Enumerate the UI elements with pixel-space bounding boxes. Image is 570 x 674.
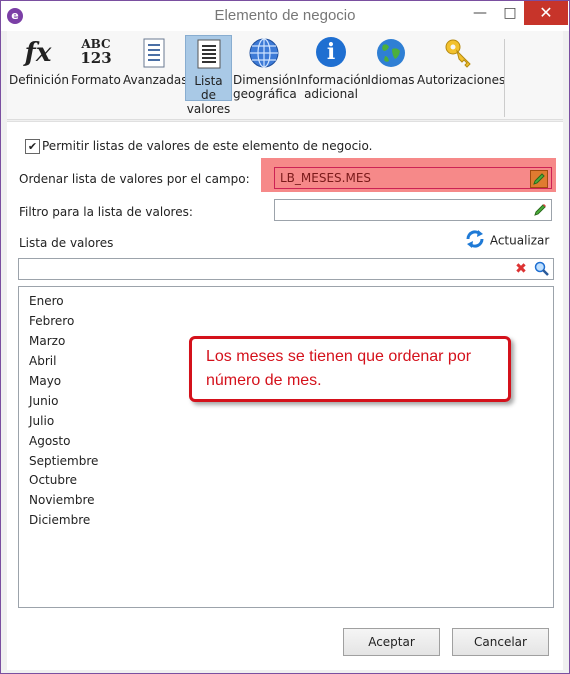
- tab-label-line2: adicional: [304, 87, 358, 101]
- allow-list-checkbox[interactable]: ✔: [25, 139, 40, 154]
- pencil-icon[interactable]: [530, 170, 548, 188]
- tab-definicion[interactable]: fx Definición: [9, 35, 69, 87]
- list-item[interactable]: Julio: [29, 414, 54, 428]
- tab-label: Formato: [71, 73, 121, 87]
- list-icon: [193, 38, 225, 70]
- values-list[interactable]: Enero Febrero Marzo Abril Mayo Junio Jul…: [18, 286, 554, 608]
- order-field[interactable]: LB_MESES.MES: [274, 167, 552, 189]
- list-item[interactable]: Abril: [29, 354, 56, 368]
- allow-list-label: Permitir listas de valores de este eleme…: [42, 139, 373, 153]
- annotation-callout: Los meses se tienen que ordenar por núme…: [189, 336, 511, 402]
- tab-label: Autorizaciones: [417, 73, 506, 87]
- tab-label: Avanzadas: [123, 73, 188, 87]
- cancel-button[interactable]: Cancelar: [452, 628, 549, 656]
- globe-icon: [375, 37, 407, 69]
- tab-dimension-geografica[interactable]: Dimensión geográfica: [233, 35, 297, 101]
- fx-glyph: fx: [24, 38, 52, 68]
- tab-label-line2: geográfica: [233, 87, 297, 101]
- document-list-icon: [138, 37, 170, 69]
- refresh-button[interactable]: Actualizar: [464, 228, 549, 253]
- list-item[interactable]: Mayo: [29, 374, 61, 388]
- abc-123-icon: ABC 123: [80, 37, 112, 69]
- maximize-button[interactable]: □: [495, 1, 525, 25]
- ribbon-toolbar: fx Definición ABC 123 Formato Avanzadas …: [7, 31, 563, 120]
- order-field-value: LB_MESES.MES: [280, 171, 372, 185]
- tab-label-line2: valores: [186, 102, 231, 116]
- fx-icon: fx: [22, 37, 54, 69]
- clear-icon[interactable]: ✖: [513, 261, 529, 277]
- tab-formato[interactable]: ABC 123 Formato: [71, 35, 121, 87]
- list-item[interactable]: Octubre: [29, 473, 77, 487]
- list-item[interactable]: Agosto: [29, 434, 70, 448]
- key-icon: [443, 37, 475, 69]
- tab-label-line1: Información: [297, 73, 369, 87]
- list-label: Lista de valores: [19, 236, 114, 250]
- main-panel: ✔ Permitir listas de valores de este ele…: [7, 121, 563, 670]
- filter-label: Filtro para la lista de valores:: [19, 205, 193, 219]
- tab-informacion-adicional[interactable]: i Información adicional: [297, 35, 369, 101]
- tab-label: Idiomas: [367, 73, 415, 87]
- tab-lista-de-valores[interactable]: Lista de valores: [185, 35, 232, 116]
- dialog-window: e Elemento de negocio — □ ✕ fx Definició…: [0, 0, 570, 674]
- 123-glyph: 123: [80, 49, 112, 67]
- tab-label-line1: Lista de: [194, 74, 223, 102]
- tab-label: Definición: [9, 73, 69, 87]
- refresh-icon: [464, 228, 486, 253]
- tab-autorizaciones[interactable]: Autorizaciones: [417, 35, 506, 87]
- list-item[interactable]: Septiembre: [29, 454, 98, 468]
- list-item[interactable]: Noviembre: [29, 493, 95, 507]
- minimize-button[interactable]: —: [465, 1, 495, 25]
- list-item[interactable]: Enero: [29, 294, 64, 308]
- globe-grid-icon: [248, 37, 280, 69]
- list-item[interactable]: Diciembre: [29, 513, 90, 527]
- title-bar: e Elemento de negocio — □ ✕: [1, 1, 569, 31]
- info-glyph: i: [316, 37, 346, 67]
- ribbon-divider: [504, 39, 505, 117]
- close-button[interactable]: ✕: [524, 1, 568, 25]
- info-icon: i: [315, 37, 347, 69]
- order-label: Ordenar lista de valores por el campo:: [19, 172, 250, 186]
- refresh-label: Actualizar: [489, 233, 550, 248]
- tab-idiomas[interactable]: Idiomas: [367, 35, 415, 87]
- tab-avanzadas[interactable]: Avanzadas: [123, 35, 188, 87]
- list-item[interactable]: Febrero: [29, 314, 74, 328]
- list-item[interactable]: Marzo: [29, 334, 65, 348]
- pencil-icon[interactable]: [532, 202, 548, 218]
- tab-label-line1: Dimensión: [233, 73, 297, 87]
- list-item[interactable]: Junio: [29, 394, 58, 408]
- filter-field[interactable]: [274, 199, 552, 221]
- search-input[interactable]: ✖: [18, 258, 554, 280]
- accept-button[interactable]: Aceptar: [343, 628, 440, 656]
- search-icon[interactable]: [534, 261, 550, 277]
